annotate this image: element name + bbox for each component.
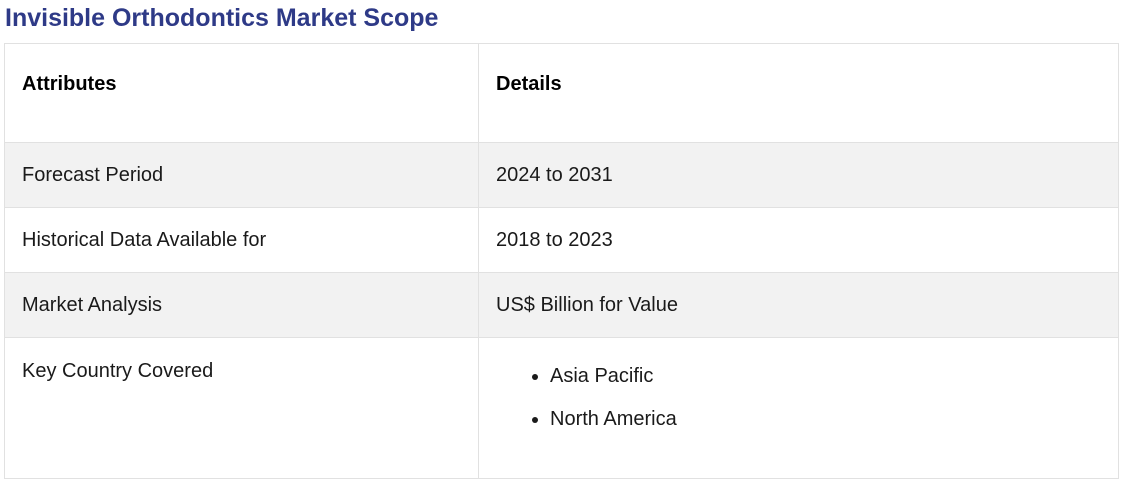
detail-cell: Asia Pacific North America	[478, 337, 1119, 479]
list-item: Asia Pacific	[550, 364, 1101, 388]
market-scope-table: Attributes Details Forecast Period 2024 …	[4, 43, 1119, 479]
attribute-cell: Historical Data Available for	[4, 207, 479, 273]
attribute-cell: Key Country Covered	[4, 337, 479, 479]
table-row-key-country: Key Country Covered Asia Pacific North A…	[4, 337, 1119, 479]
attribute-cell: Forecast Period	[4, 142, 479, 208]
page-title: Invisible Orthodontics Market Scope	[5, 4, 439, 32]
attribute-cell: Market Analysis	[4, 272, 479, 338]
detail-cell: 2024 to 2031	[478, 142, 1119, 208]
header-attributes: Attributes	[4, 43, 479, 143]
market-scope-table-container: Attributes Details Forecast Period 2024 …	[4, 43, 1119, 479]
table-row: Market Analysis US$ Billion for Value	[4, 272, 1119, 338]
table-header-row: Attributes Details	[4, 43, 1119, 143]
table-row: Historical Data Available for 2018 to 20…	[4, 207, 1119, 273]
table-row: Forecast Period 2024 to 2031	[4, 142, 1119, 208]
region-list: Asia Pacific North America	[496, 364, 1101, 431]
detail-cell: 2018 to 2023	[478, 207, 1119, 273]
list-item: North America	[550, 407, 1101, 431]
detail-cell: US$ Billion for Value	[478, 272, 1119, 338]
header-details: Details	[478, 43, 1119, 143]
